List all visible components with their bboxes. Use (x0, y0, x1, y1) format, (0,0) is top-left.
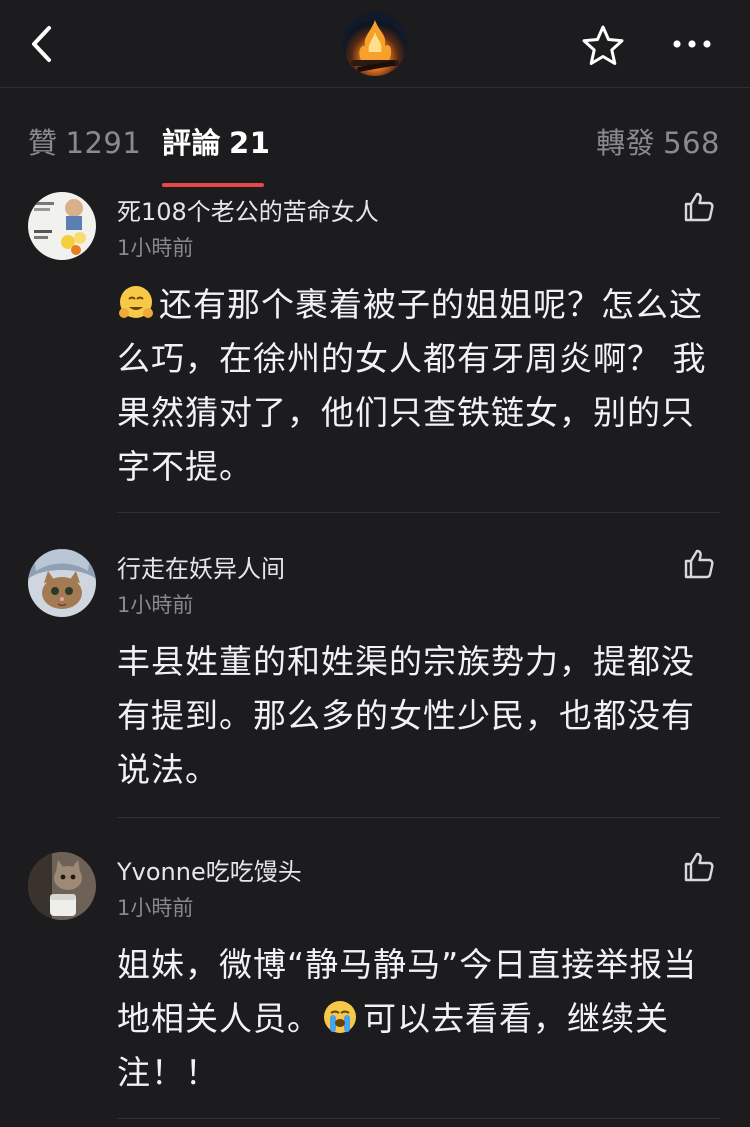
comment-divider (117, 512, 720, 513)
comment-text: 还有那个裹着被子的姐姐呢？怎么这么巧，在徐州的女人都有牙周炎啊？ 我果然猜对了，… (117, 278, 715, 494)
cat-photo-avatar-image (28, 852, 96, 920)
comment-text-content: 还有那个裹着被子的姐姐呢？怎么这么巧，在徐州的女人都有牙周炎啊？ 我果然猜对了，… (117, 285, 707, 486)
commenter-avatar[interactable] (28, 192, 96, 260)
top-nav-bar (0, 0, 750, 88)
engagement-tabs: 贊 1291 評論 21 轉發 568 (0, 88, 750, 188)
thumbs-up-outline-icon (684, 192, 714, 222)
more-options-button[interactable] (668, 26, 716, 62)
tab-reposts[interactable]: 轉發 568 (596, 120, 720, 162)
chevron-left-icon (32, 26, 51, 62)
tab-likes[interactable]: 贊 1291 (28, 120, 141, 162)
tab-reposts-count: 568 (663, 126, 720, 160)
comment-time: 1小時前 (117, 896, 194, 920)
star-outline-icon (582, 25, 624, 65)
collage-avatar-image (28, 192, 96, 260)
comment-text: 丰县姓董的和姓渠的宗族势力，提都没有提到。那么多的女性少民，也都没有说法。 (117, 635, 715, 797)
comment-text: 姐妹，微博“静马静马”今日直接举报当地相关人员。 可以去看看，继续关注！！ (117, 938, 715, 1100)
crying-face-emoji-icon (324, 1001, 356, 1033)
kitten-avatar-image (28, 549, 96, 617)
back-button[interactable] (22, 24, 62, 64)
commenter-name[interactable]: 死108个老公的苦命女人 (117, 192, 379, 227)
comment-item: Yvonne吃吃馒头 1小時前 姐妹，微博“静马静马”今日直接举报当地相关人员。… (0, 850, 750, 1127)
hugging-face-emoji-icon (119, 286, 153, 318)
tab-comments-label: 評論 (162, 126, 222, 160)
comment-divider (117, 1118, 720, 1119)
active-tab-indicator (162, 183, 264, 187)
favorite-button[interactable] (580, 22, 626, 68)
tab-reposts-label: 轉發 (596, 126, 656, 160)
like-button[interactable] (682, 850, 716, 884)
comment-time: 1小時前 (117, 593, 194, 617)
comment-text-content: 丰县姓董的和姓渠的宗族势力，提都没有提到。那么多的女性少民，也都没有说法。 (117, 642, 695, 789)
tab-likes-count: 1291 (65, 126, 142, 160)
like-button[interactable] (682, 190, 716, 224)
comment-item: 死108个老公的苦命女人 1小時前 还有那个裹着被子的姐姐呢？怎么这么巧，在徐州… (0, 190, 750, 520)
comment-time: 1小時前 (117, 236, 194, 260)
commenter-name[interactable]: 行走在妖异人间 (117, 549, 285, 584)
thumbs-up-outline-icon (684, 852, 714, 882)
tab-comments-count: 21 (229, 126, 271, 160)
commenter-avatar[interactable] (28, 852, 96, 920)
more-dots-icon (673, 40, 711, 48)
comment-item: 行走在妖异人间 1小時前 丰县姓董的和姓渠的宗族势力，提都没有提到。那么多的女性… (0, 547, 750, 827)
thumbs-up-outline-icon (684, 549, 714, 579)
bonfire-avatar-image (343, 12, 407, 76)
commenter-avatar[interactable] (28, 549, 96, 617)
author-avatar[interactable] (343, 12, 407, 76)
tab-comments[interactable]: 評論 21 (162, 120, 270, 162)
like-button[interactable] (682, 547, 716, 581)
tab-likes-label: 贊 (28, 126, 58, 160)
comment-divider (117, 817, 720, 818)
commenter-name[interactable]: Yvonne吃吃馒头 (117, 852, 302, 887)
